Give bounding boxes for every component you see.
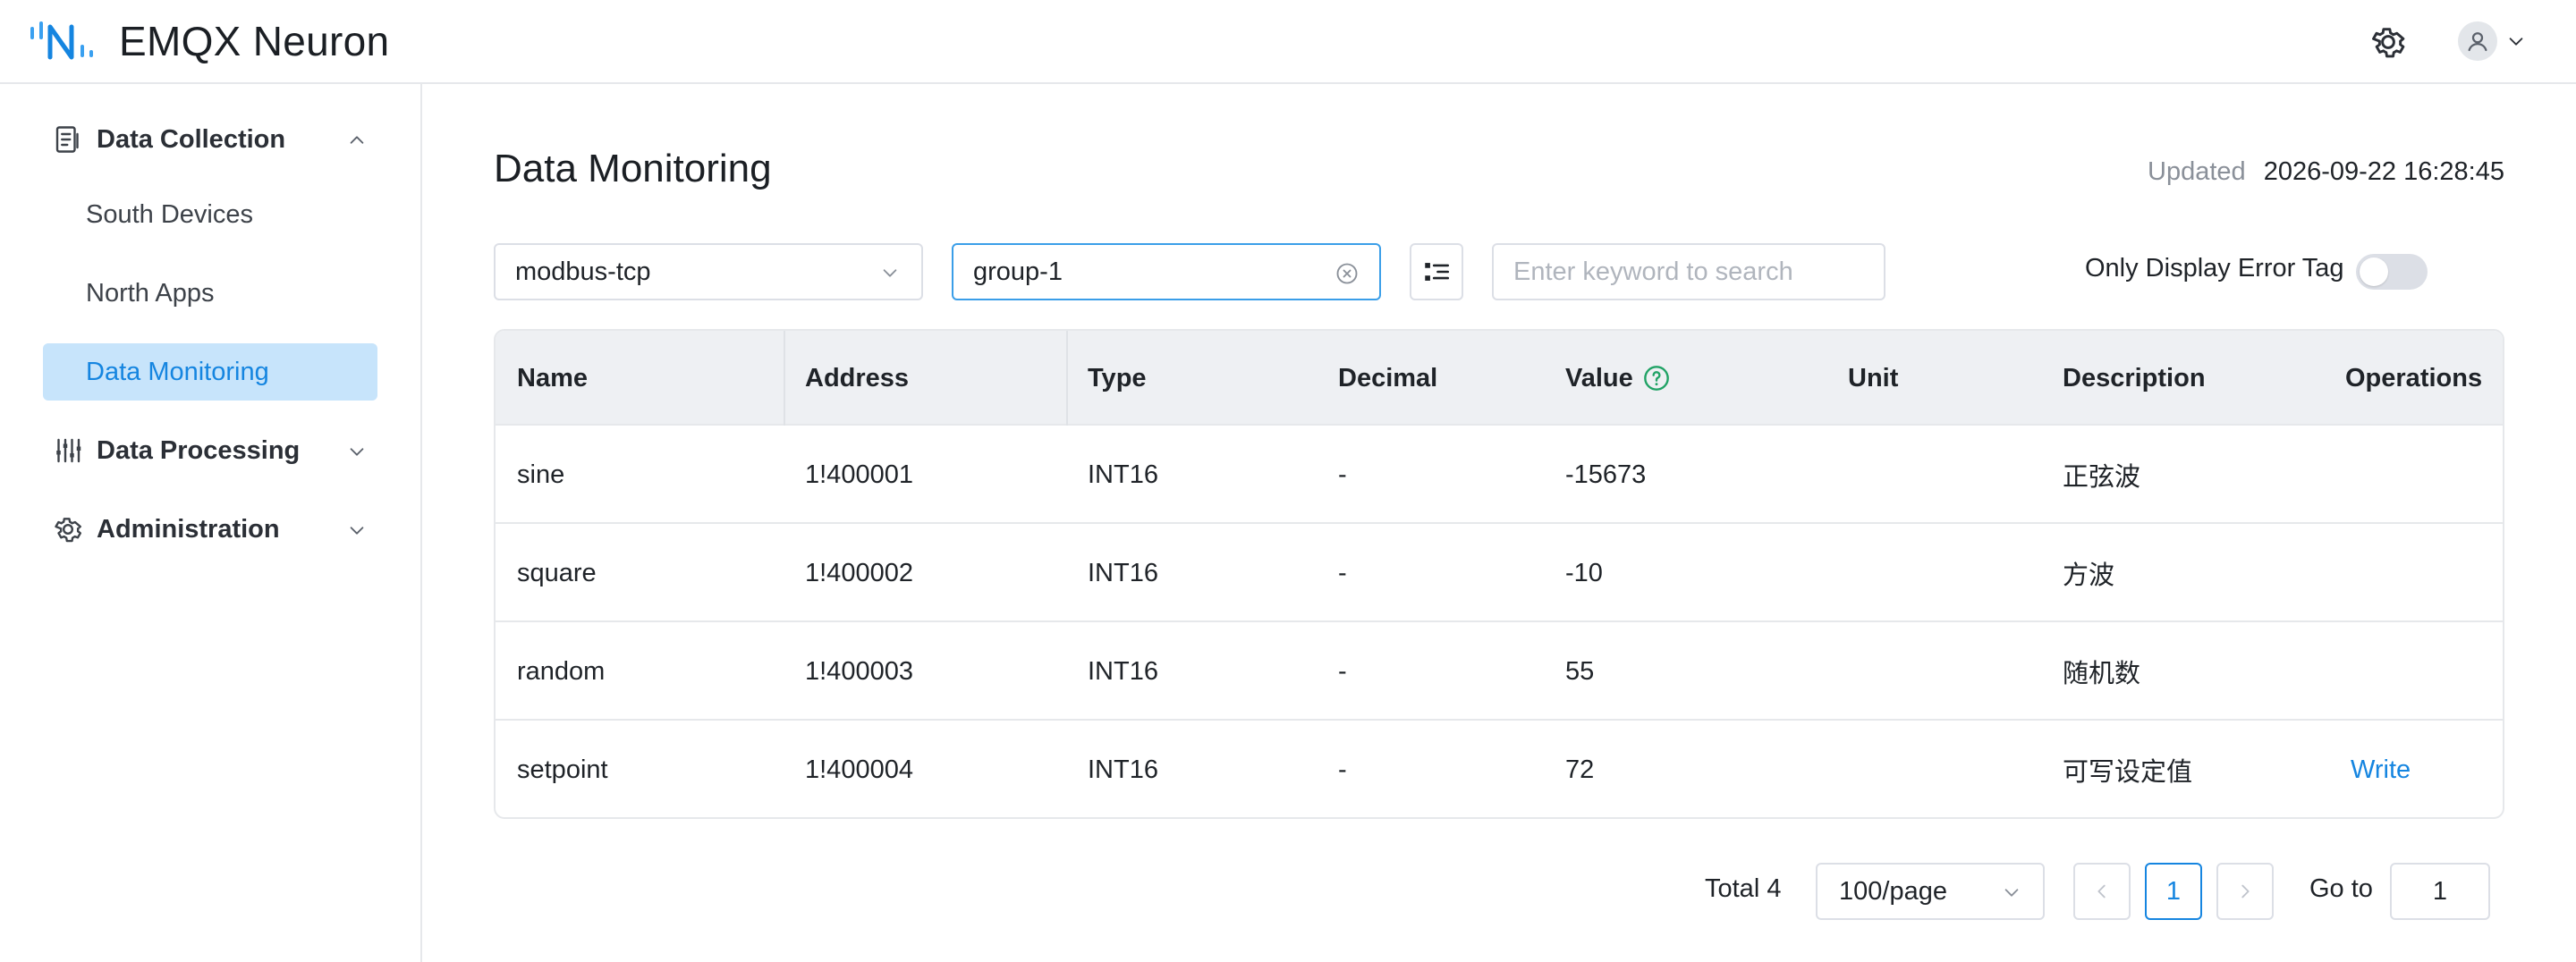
goto-label: Go to <box>2309 874 2373 903</box>
write-link-label[interactable]: Write <box>2351 755 2411 785</box>
app-brand-name: EMQX Neuron <box>119 18 390 64</box>
cell-address: 1!400002 <box>805 558 913 587</box>
cell-name: square <box>517 558 597 587</box>
chevron-down-icon <box>2509 38 2523 46</box>
chevron-up-icon <box>350 136 364 144</box>
cell-decimal: - <box>1338 656 1347 686</box>
cell-type: INT16 <box>1088 755 1158 784</box>
table-row: sine 1!400001 INT16 - -15673 正弦波 <box>496 426 2503 524</box>
column-divider <box>784 331 785 426</box>
cell-type: INT16 <box>1088 656 1158 686</box>
sidebar-group-administration[interactable]: Administration <box>43 501 379 558</box>
app-header: EMQX Neuron <box>0 0 2576 84</box>
column-header-operations: Operations <box>2345 363 2483 392</box>
sidebar-item-south-devices[interactable]: South Devices <box>43 186 377 243</box>
table-header: Name Address Type Decimal Value Unit Des… <box>496 331 2503 426</box>
updated-value: 2026-09-22 16:28:45 <box>2263 157 2504 186</box>
goto-page-input[interactable] <box>2390 863 2490 920</box>
cell-address: 1!400003 <box>805 656 913 686</box>
cell-type: INT16 <box>1088 460 1158 489</box>
column-header-description: Description <box>2063 363 2206 392</box>
node-select-value: modbus-tcp <box>515 257 651 286</box>
chevron-down-icon <box>2004 889 2019 897</box>
prev-page-button[interactable] <box>2073 863 2131 920</box>
cell-name: setpoint <box>517 755 608 784</box>
sidebar-group-label: Data Collection <box>97 124 286 154</box>
sliders-icon <box>56 438 81 463</box>
cell-address: 1!400004 <box>805 755 913 784</box>
table-row: random 1!400003 INT16 - 55 随机数 <box>496 622 2503 721</box>
cell-value: 55 <box>1565 656 1595 686</box>
switch-knob <box>2360 257 2388 286</box>
sidebar-group-data-processing[interactable]: Data Processing <box>43 422 379 479</box>
column-header-decimal: Decimal <box>1338 363 1438 392</box>
sidebar-nav: Data Collection South Devices North Apps… <box>0 84 422 962</box>
user-avatar <box>2458 21 2497 61</box>
column-header-unit: Unit <box>1848 363 1899 392</box>
table-row: square 1!400002 INT16 - -10 方波 <box>496 524 2503 622</box>
sidebar-item-north-apps[interactable]: North Apps <box>43 265 377 322</box>
table-row: setpoint 1!400004 INT16 - 72 可写设定值 Write <box>496 721 2503 817</box>
cell-description: 可写设定值 <box>2063 758 2193 787</box>
sidebar-item-data-monitoring[interactable]: Data Monitoring <box>43 343 377 401</box>
error-tag-toggle-switch[interactable] <box>2356 254 2428 290</box>
sidebar-group-data-collection[interactable]: Data Collection <box>43 111 379 168</box>
emqx-neuron-logo[interactable] <box>29 18 100 68</box>
chevron-down-icon <box>883 269 897 277</box>
pagination-total: Total 4 <box>1705 874 1782 903</box>
cell-value: -15673 <box>1565 460 1647 489</box>
cell-decimal: - <box>1338 558 1347 587</box>
page-size-value: 100/page <box>1839 876 1947 906</box>
column-divider <box>1066 331 1068 426</box>
sidebar-group-label: Data Processing <box>97 435 301 465</box>
cell-description: 正弦波 <box>2063 463 2141 492</box>
keyword-search-input[interactable] <box>1492 243 1885 300</box>
gear-icon <box>55 518 81 543</box>
cell-type: INT16 <box>1088 558 1158 587</box>
data-table: Name Address Type Decimal Value Unit Des… <box>494 329 2504 819</box>
cell-name: sine <box>517 460 565 489</box>
node-select[interactable]: modbus-tcp <box>494 243 923 300</box>
updated-timestamp: Updated 2026-09-22 16:28:45 <box>2148 157 2504 187</box>
cell-description: 方波 <box>2063 561 2115 590</box>
chevron-down-icon <box>350 527 364 535</box>
page-size-select[interactable]: 100/page <box>1816 863 2045 920</box>
cell-address: 1!400001 <box>805 460 913 489</box>
sidebar-group-label: Administration <box>97 514 280 544</box>
chevron-down-icon <box>350 448 364 456</box>
column-header-name: Name <box>517 363 588 392</box>
chevron-right-icon <box>2241 884 2250 899</box>
user-icon <box>2468 32 2487 52</box>
error-tag-toggle-label: Only Display Error Tag <box>2085 254 2344 283</box>
user-menu[interactable] <box>2458 21 2526 61</box>
list-view-toggle-button[interactable] <box>1410 243 1463 300</box>
page-title: Data Monitoring <box>494 147 772 190</box>
column-header-address: Address <box>805 363 910 392</box>
cell-name: random <box>517 656 606 686</box>
cell-decimal: - <box>1338 460 1347 489</box>
group-select[interactable]: group-1 <box>952 243 1381 300</box>
cell-value: -10 <box>1565 558 1603 587</box>
group-select-value: group-1 <box>973 257 1063 286</box>
clear-circle-icon[interactable] <box>1335 261 1360 286</box>
settings-gear-icon[interactable] <box>2368 22 2408 62</box>
updated-label: Updated <box>2148 157 2246 186</box>
help-circle-icon[interactable] <box>1642 364 1671 392</box>
column-header-type: Type <box>1088 363 1147 392</box>
next-page-button[interactable] <box>2216 863 2274 920</box>
cell-decimal: - <box>1338 755 1347 784</box>
cell-description: 随机数 <box>2063 660 2141 688</box>
cell-value: 72 <box>1565 755 1595 784</box>
column-header-value: Value <box>1565 331 1671 426</box>
list-icon <box>55 126 79 153</box>
page-number-button[interactable]: 1 <box>2145 863 2202 920</box>
chevron-left-icon <box>2097 884 2106 899</box>
list-view-icon <box>1425 263 1450 281</box>
neuron-logo-icon <box>30 21 93 60</box>
column-header-value-label: Value <box>1565 363 1633 392</box>
write-link[interactable]: Write <box>2351 721 2411 817</box>
